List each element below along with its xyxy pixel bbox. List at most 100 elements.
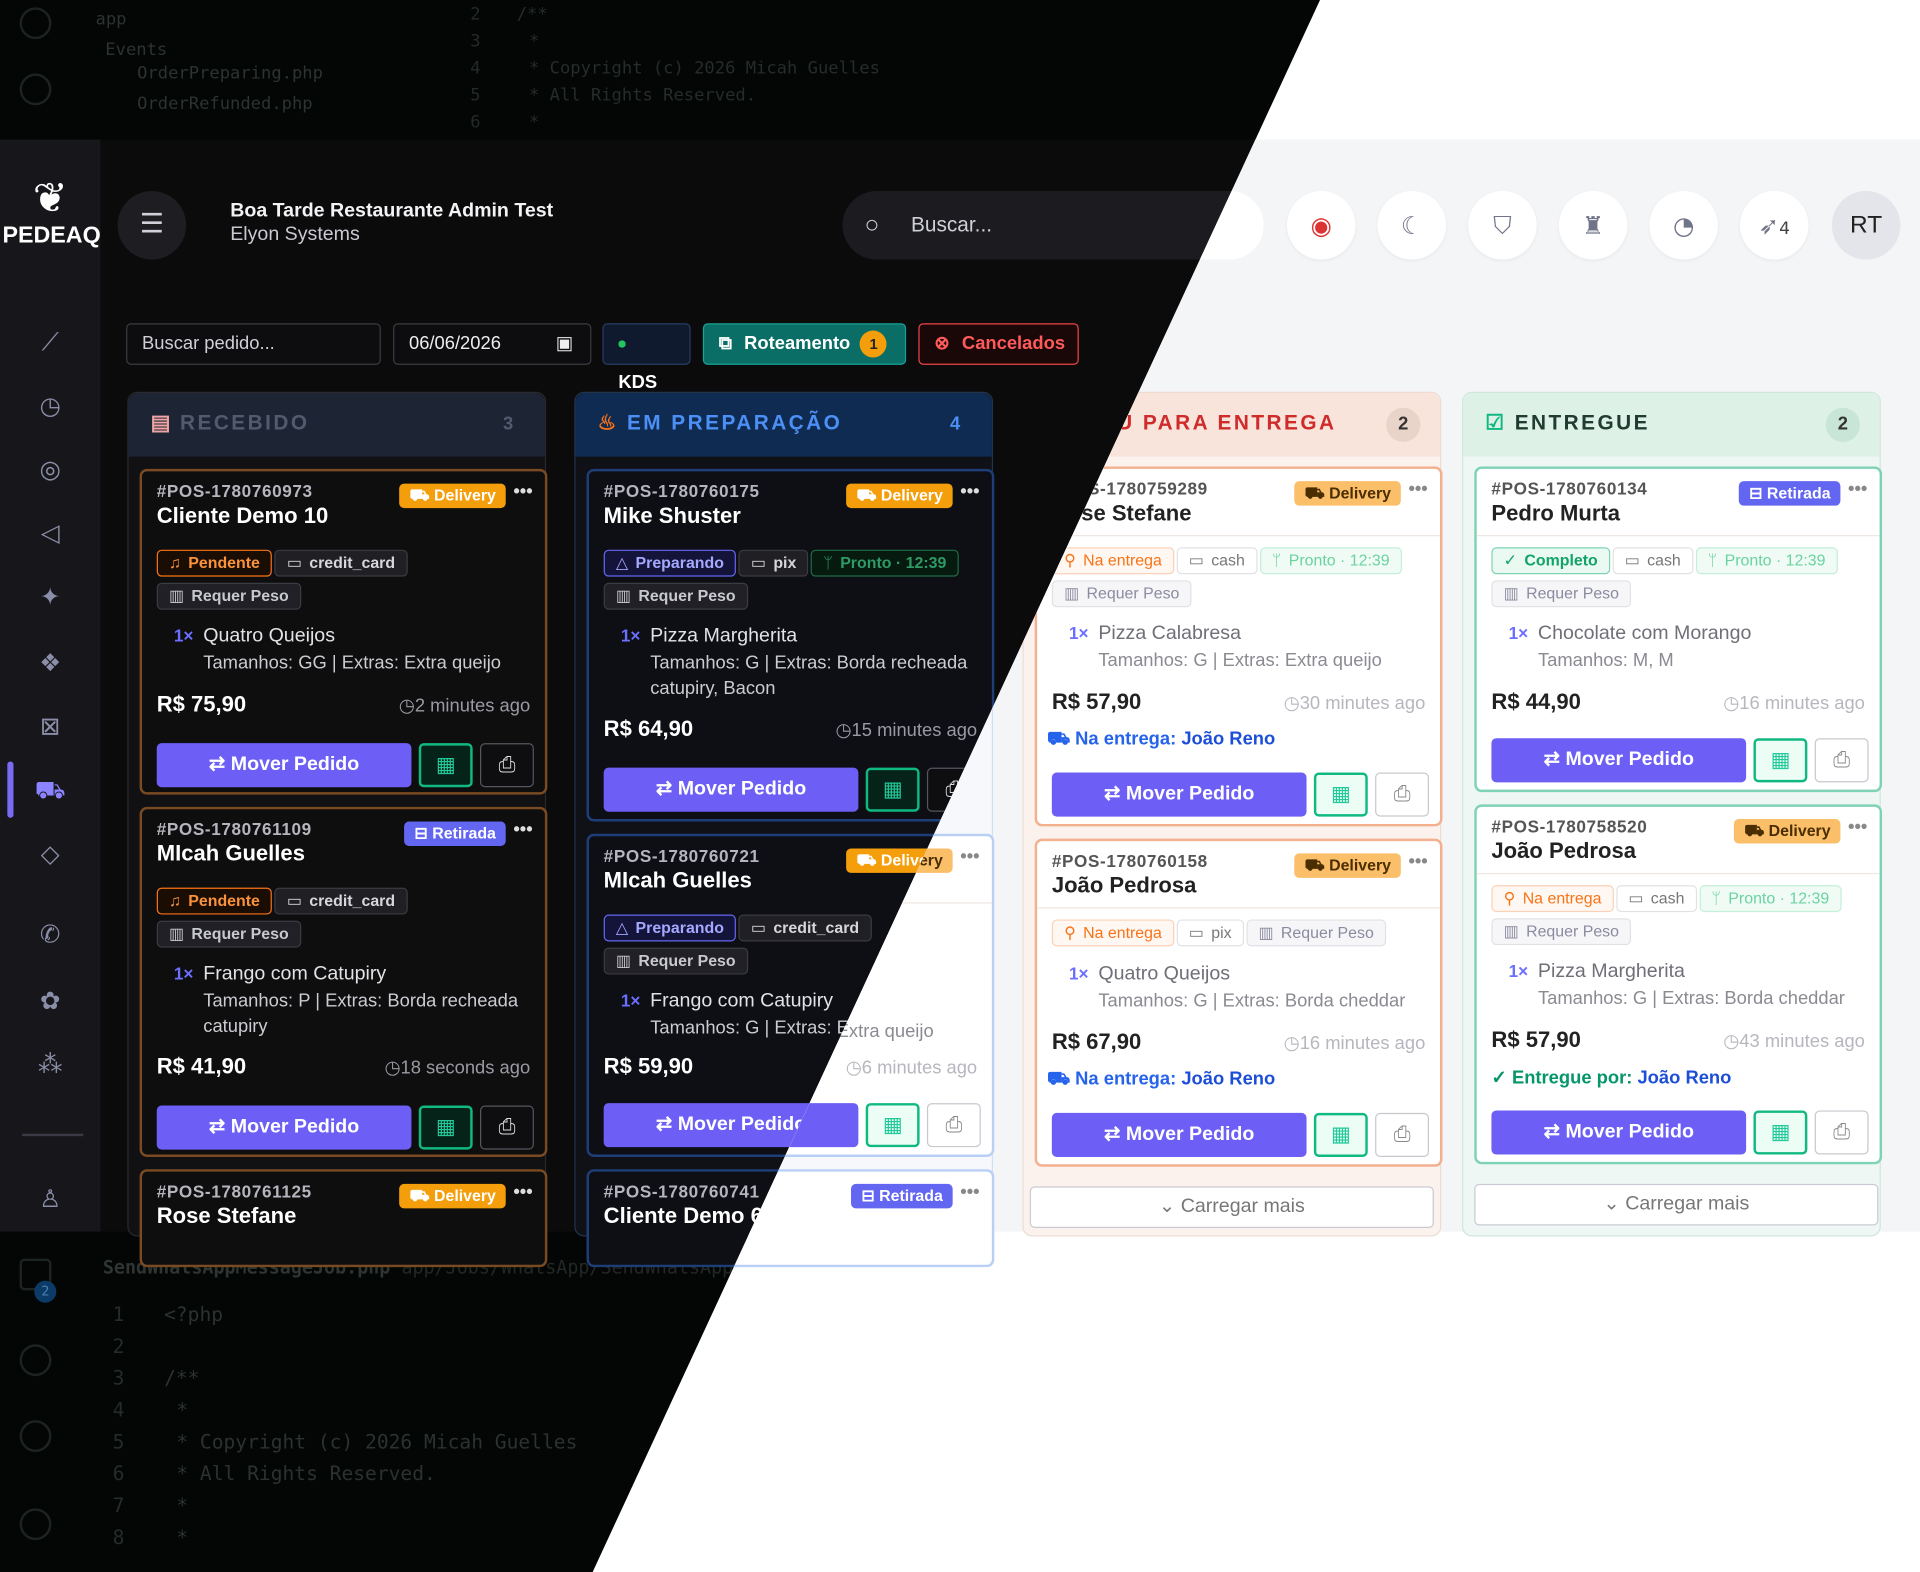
line-number: 2 [112, 1334, 125, 1358]
load-more-button[interactable]: ⌄ Carregar mais [1029, 1186, 1434, 1228]
qr-code-button[interactable]: ▦ [1313, 1112, 1368, 1157]
kds-button[interactable]: KDS [602, 323, 691, 393]
print-button[interactable]: ⎙ [1375, 772, 1429, 817]
status-label: Preparando [635, 918, 724, 937]
qr-code-button[interactable]: ▦ [418, 743, 473, 788]
order-price: R$ 64,90 [603, 716, 694, 741]
whatsapp-icon[interactable]: ✆ [34, 918, 66, 950]
scooter-icon: ⛟ [1744, 821, 1769, 840]
print-button[interactable]: ⎙ [480, 743, 534, 788]
order-card[interactable]: #POS-1780760973 Cliente Demo 10 ⛟ Delive… [139, 468, 548, 795]
avatar[interactable]: RT [1831, 190, 1901, 260]
more-options-icon[interactable]: ••• [513, 1181, 532, 1202]
order-card[interactable]: #POS-1780760175 Mike Shuster ⛟ Delivery … [586, 468, 995, 822]
cutlery-icon: ᛘ [1707, 550, 1718, 570]
customer-name: Cliente Demo 66 [603, 1203, 776, 1228]
customer-name: João Pedrosa [1051, 872, 1197, 898]
menu-toggle-button[interactable]: ☰ [117, 190, 187, 260]
more-options-icon[interactable]: ••• [960, 846, 979, 867]
qr-code-button[interactable]: ▦ [1753, 738, 1808, 783]
qr-code-button[interactable]: ▦ [1753, 1110, 1808, 1155]
cancelled-button[interactable]: ⊗ Cancelados [918, 323, 1079, 365]
code-line: /** [516, 4, 548, 25]
courier-name[interactable]: João Reno [1181, 728, 1275, 749]
chart-icon[interactable]: ⟋ [34, 326, 66, 358]
move-order-button[interactable]: ⇄ Mover Pedido [1051, 772, 1307, 817]
date-picker[interactable]: 06/06/2026 ▣ [393, 323, 592, 365]
network-icon[interactable]: ⁂ [34, 1048, 66, 1080]
routing-button[interactable]: ⧉ Roteamento 1 [702, 323, 907, 365]
move-order-button[interactable]: ⇄ Mover Pedido [1491, 738, 1747, 783]
status-badge: ✓ Completo [1491, 547, 1611, 575]
kds-label: KDS [618, 372, 658, 394]
us-flag-icon: ◉ [1310, 210, 1332, 240]
card-icon: ▭ [286, 891, 302, 910]
load-more-button[interactable]: ⌄ Carregar mais [1474, 1183, 1879, 1226]
boxes-icon[interactable]: ❖ [34, 646, 66, 678]
settings-icon[interactable]: ✿ [34, 984, 66, 1016]
print-button[interactable]: ⎙ [926, 1103, 981, 1148]
print-button[interactable]: ⎙ [1814, 1110, 1869, 1155]
move-order-button[interactable]: ⇄ Mover Pedido [1491, 1110, 1747, 1155]
order-search-input[interactable]: Buscar pedido... [126, 323, 381, 365]
more-options-icon[interactable]: ••• [960, 1181, 979, 1202]
order-id: #POS-1780758520 [1491, 816, 1648, 837]
customer-name: Rose Stefane [156, 1203, 297, 1228]
kitchen-button[interactable]: ♜ [1558, 190, 1628, 260]
print-button[interactable]: ⎙ [1375, 1112, 1429, 1157]
column-recebido: ▤ RECEBIDO 3 #POS-1780760973 Cliente Demo … [127, 391, 548, 1268]
order-card[interactable]: #POS-1780759289 Rose Stefane ⛟ Delivery … [1034, 466, 1443, 827]
sparkle-icon[interactable]: ✦ [34, 580, 66, 612]
order-type-badge: ⛟ Delivery [1294, 481, 1401, 506]
order-id: #POS-1780761125 [156, 1181, 312, 1202]
status-badge: ⚲ Na entrega [1051, 919, 1175, 947]
move-order-button[interactable]: ⇄ Mover Pedido [603, 767, 859, 812]
notifications-button[interactable]: ➶4 [1740, 190, 1809, 260]
more-options-icon[interactable]: ••• [1408, 851, 1427, 872]
code-line: * [528, 31, 540, 52]
more-options-icon[interactable]: ••• [1848, 817, 1867, 838]
brand-logo[interactable]: ❦ PEDEAQ [2, 174, 100, 260]
order-age: ◷16 minutes ago [1284, 1032, 1426, 1054]
order-card[interactable]: #POS-1780761125 Rose Stefane ⛟ Delivery … [139, 1169, 548, 1268]
calendar-icon: ▣ [555, 333, 574, 354]
global-search-input[interactable]: ○ Buscar... [842, 190, 1264, 260]
user-settings-icon[interactable]: ♙ [34, 1183, 66, 1215]
search-placeholder: Buscar... [911, 213, 993, 237]
order-price: R$ 75,90 [156, 691, 247, 717]
pix-icon: ▭ [1188, 923, 1204, 942]
route-icon: ⧉ [718, 333, 732, 354]
print-button[interactable]: ⎙ [1814, 738, 1869, 783]
more-options-icon[interactable]: ••• [1408, 479, 1427, 500]
move-order-button[interactable]: ⇄ Mover Pedido [1051, 1112, 1307, 1157]
frame-icon[interactable]: ⊠ [34, 710, 66, 742]
dashboard-button[interactable]: ◔ [1649, 190, 1718, 260]
order-card[interactable]: #POS-1780760134 Pedro Murta ⊟ Retirada •… [1474, 466, 1883, 793]
language-button[interactable]: ◉ [1286, 190, 1356, 260]
user-circle-icon[interactable]: ◎ [34, 453, 66, 485]
print-button[interactable]: ⎙ [480, 1105, 534, 1150]
more-options-icon[interactable]: ••• [513, 481, 532, 502]
item-qty: 1× [1508, 623, 1529, 643]
more-options-icon[interactable]: ••• [1848, 479, 1867, 500]
qr-code-button[interactable]: ▦ [418, 1105, 473, 1150]
courier-name[interactable]: João Reno [1181, 1069, 1275, 1090]
courier-name[interactable]: João Reno [1637, 1068, 1731, 1089]
qr-code-button[interactable]: ▦ [865, 1103, 920, 1148]
move-order-button[interactable]: ⇄ Mover Pedido [156, 743, 412, 788]
move-order-button[interactable]: ⇄ Mover Pedido [156, 1105, 412, 1150]
megaphone-icon[interactable]: ◁ [34, 517, 66, 549]
qr-code-button[interactable]: ▦ [1313, 772, 1368, 817]
code-line: <?php [164, 1302, 224, 1326]
order-card[interactable]: #POS-1780760158 João Pedrosa ⛟ Delivery … [1034, 838, 1443, 1167]
tag-icon[interactable]: ◇ [34, 837, 66, 869]
more-options-icon[interactable]: ••• [513, 819, 532, 840]
more-options-icon[interactable]: ••• [960, 481, 979, 502]
order-card[interactable]: #POS-1780758520 João Pedrosa ⛟ Delivery … [1474, 804, 1883, 1165]
theme-toggle-button[interactable]: ☾ [1377, 190, 1447, 260]
basket-icon[interactable]: ⛟ [34, 774, 66, 806]
order-card[interactable]: #POS-1780761109 MIcah Guelles ⊟ Retirada… [139, 806, 548, 1157]
store-button[interactable]: ⛉ [1468, 190, 1537, 260]
clock-icon[interactable]: ◷ [34, 389, 66, 421]
qr-code-button[interactable]: ▦ [865, 767, 920, 812]
